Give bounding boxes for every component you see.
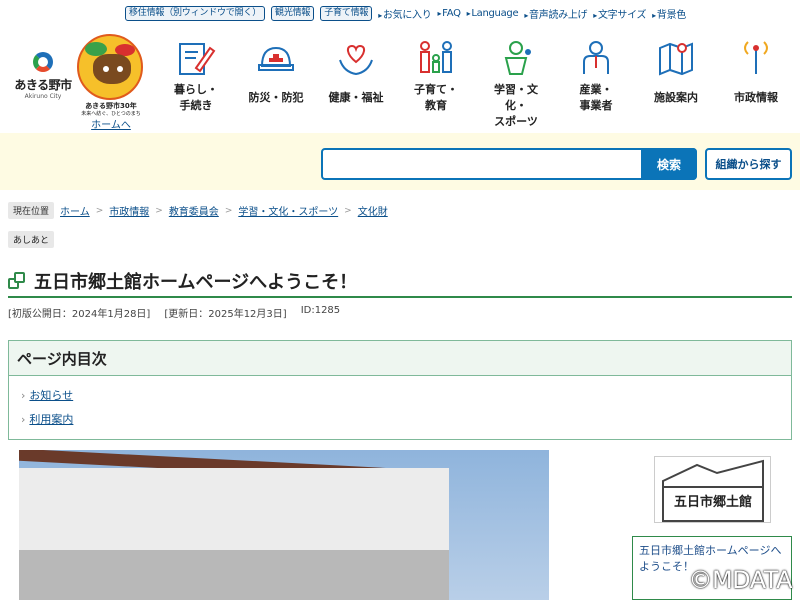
toc-link-news[interactable]: お知らせ: [29, 389, 73, 402]
breadcrumb-board-of-education[interactable]: 教育委員会: [169, 203, 219, 218]
home-link[interactable]: ホームへ: [78, 116, 144, 131]
breadcrumb: 現在位置 ホーム > 市政情報 > 教育委員会 > 学習・文化・スポーツ > 文…: [8, 202, 388, 219]
antenna-icon: [734, 38, 778, 78]
text-size-link[interactable]: 文字サイズ: [593, 6, 647, 21]
table-of-contents: ページ内目次 お知らせ 利用案内: [8, 340, 792, 440]
museum-photo: [19, 450, 549, 600]
site-logo[interactable]: あきる野市 Akiruno City: [8, 50, 78, 100]
page-title-bar: 五日市郷土館ホームページへようこそ！: [8, 266, 792, 298]
nav-item-health[interactable]: 健康・福祉: [316, 30, 396, 130]
childcare-info-link[interactable]: 子育て情報: [320, 5, 373, 21]
anniversary-mascot-icon: [77, 34, 143, 100]
org-search-button[interactable]: 組織から探す: [705, 148, 792, 180]
pencil-document-icon: [174, 38, 218, 78]
nav-label: 学習・文 化・ スポーツ: [494, 83, 538, 128]
sports-icon: [494, 38, 538, 78]
city-name-en: Akiruno City: [24, 93, 62, 100]
nav-item-culture[interactable]: 学習・文 化・ スポーツ: [476, 30, 556, 130]
nav-label: 施設案内: [654, 91, 698, 104]
page-id: ID:1285: [300, 305, 341, 316]
watermark: ©MDATA: [688, 566, 792, 594]
chevron-right-icon: >: [95, 205, 104, 216]
background-color-link[interactable]: 背景色: [652, 6, 686, 21]
updated-date: [更新日：2025年12月3日]: [164, 309, 287, 320]
breadcrumb-label: 現在位置: [8, 202, 55, 219]
nav-label: 子育て・ 教育: [414, 83, 458, 112]
main-nav: 暮らし・ 手続き 防災・防犯 健康・福祉 子育て・ 教育 学習・文 化・ スポー…: [156, 30, 796, 130]
nav-label: 暮らし・ 手続き: [174, 83, 218, 112]
language-link[interactable]: Language: [467, 8, 518, 19]
page-meta: [初版公開日：2024年1月28日] [更新日：2025年12月3日] ID:1…: [8, 305, 340, 320]
nav-item-childcare[interactable]: 子育て・ 教育: [396, 30, 476, 130]
city-name: あきる野市: [14, 78, 72, 92]
city-emblem-icon: [29, 50, 57, 74]
museum-logo[interactable]: 五日市郷土館: [654, 456, 771, 523]
list-item: 利用案内: [21, 408, 791, 432]
page-title: 五日市郷土館ホームページへようこそ！: [34, 272, 358, 293]
helmet-icon: [254, 38, 298, 78]
nav-label: 防災・防犯: [248, 91, 304, 104]
chevron-right-icon: >: [155, 205, 163, 216]
worker-icon: [574, 38, 618, 78]
faq-link[interactable]: FAQ: [437, 8, 461, 19]
heart-hands-icon: [334, 38, 378, 78]
nav-item-business[interactable]: 産業・ 事業者: [556, 30, 636, 130]
read-aloud-link[interactable]: 音声読み上げ: [524, 6, 588, 21]
favorites-link[interactable]: お気に入り: [378, 6, 432, 21]
nav-item-facilities[interactable]: 施設案内: [636, 30, 716, 130]
footprint-label: あしあと: [8, 231, 55, 248]
map-pin-icon: [654, 38, 698, 78]
title-squares-icon: [8, 272, 26, 290]
utility-bar: 移住情報（別ウィンドウで開く） 観光情報 子育て情報 お気に入り FAQ Lan…: [125, 5, 792, 21]
toc-link-guide[interactable]: 利用案内: [29, 413, 73, 426]
museum-building-icon: [662, 459, 764, 522]
tourism-info-link[interactable]: 観光情報: [271, 5, 315, 21]
search-box: 検索: [321, 148, 697, 180]
chevron-right-icon: >: [224, 205, 233, 216]
nav-item-living[interactable]: 暮らし・ 手続き: [156, 30, 236, 130]
breadcrumb-cultural-property[interactable]: 文化財: [358, 203, 388, 218]
toc-heading: ページ内目次: [9, 341, 791, 376]
list-item: お知らせ: [21, 384, 791, 408]
published-date: [初版公開日：2024年1月28日]: [8, 309, 151, 320]
nav-label: 市政情報: [734, 91, 778, 104]
breadcrumb-home[interactable]: ホーム: [60, 203, 90, 218]
nav-label: 健康・福祉: [328, 91, 384, 104]
search-button[interactable]: 検索: [641, 148, 697, 180]
nav-item-disaster[interactable]: 防災・防犯: [236, 30, 316, 130]
family-icon: [414, 38, 458, 78]
chevron-right-icon: >: [344, 205, 352, 216]
nav-label: 産業・ 事業者: [579, 83, 613, 112]
breadcrumb-city-info[interactable]: 市政情報: [109, 203, 149, 218]
breadcrumb-culture[interactable]: 学習・文化・スポーツ: [238, 203, 338, 218]
search-input[interactable]: [323, 150, 633, 178]
museum-logo-text: 五日市郷土館: [673, 495, 752, 510]
nav-item-city-info[interactable]: 市政情報: [716, 30, 796, 130]
migration-info-link[interactable]: 移住情報（別ウィンドウで開く）: [125, 5, 266, 21]
